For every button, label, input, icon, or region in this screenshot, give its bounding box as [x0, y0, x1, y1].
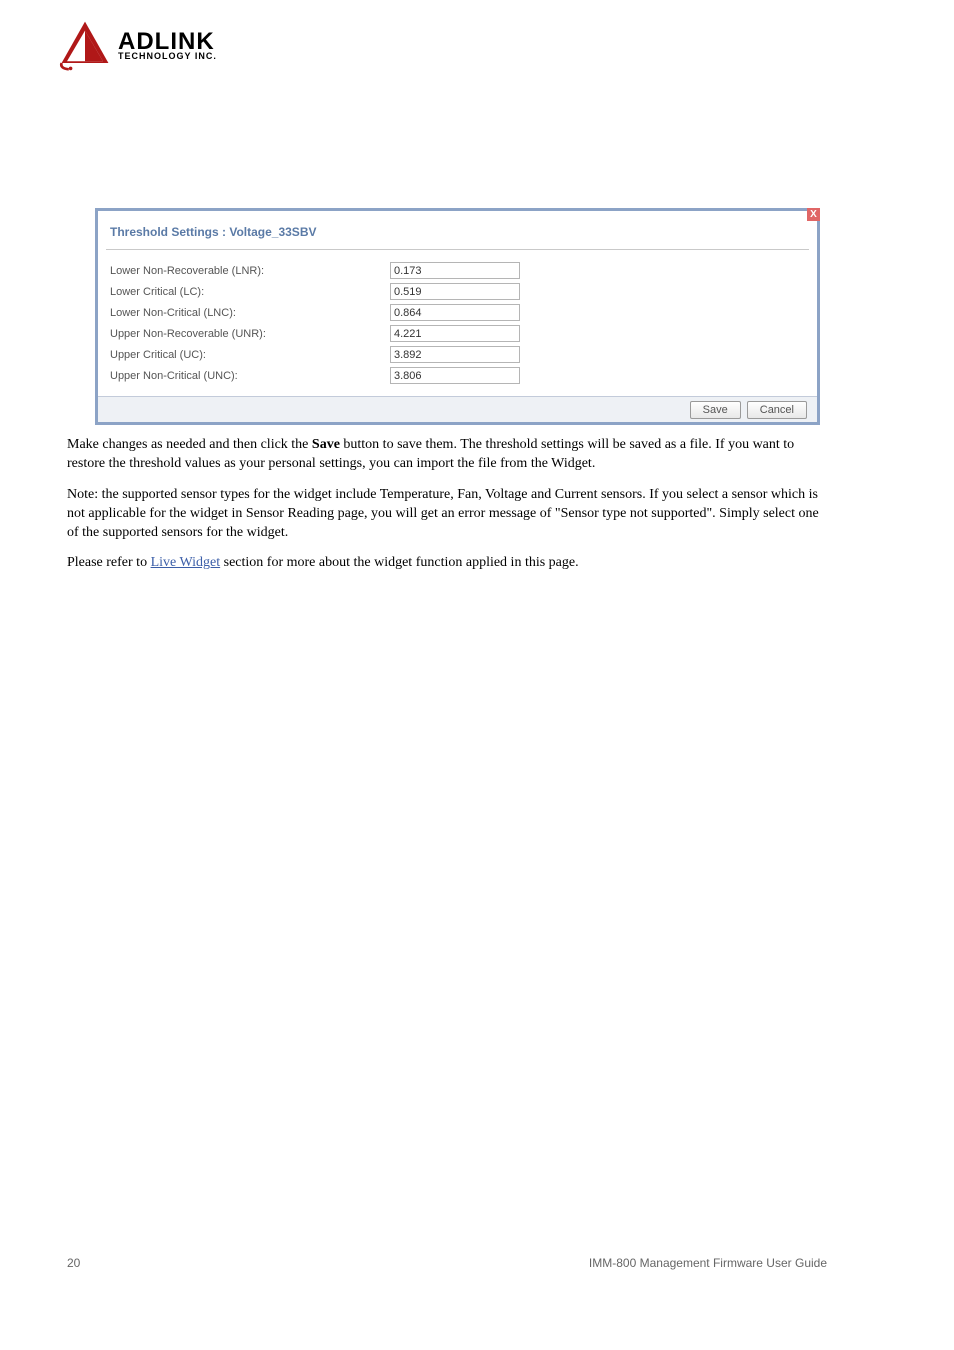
field-label: Lower Non-Recoverable (LNR):	[110, 265, 390, 277]
logo-sub: TECHNOLOGY INC.	[118, 52, 217, 61]
field-row-uc: Upper Critical (UC):	[110, 344, 805, 365]
lc-input[interactable]	[390, 283, 520, 300]
dialog-separator	[106, 249, 809, 250]
field-row-unr: Upper Non-Recoverable (UNR):	[110, 323, 805, 344]
logo-main: ADLINK	[118, 30, 217, 54]
lnc-input[interactable]	[390, 304, 520, 321]
unr-input[interactable]	[390, 325, 520, 342]
logo-mark-icon	[58, 18, 112, 72]
field-label: Upper Non-Recoverable (UNR):	[110, 328, 390, 340]
live-widget-link[interactable]: Live Widget	[151, 555, 221, 570]
page-footer: 20 IMM-800 Management Firmware User Guid…	[67, 1256, 827, 1270]
save-button[interactable]: Save	[690, 401, 741, 419]
page-number: 20	[67, 1256, 80, 1270]
paragraph-3: Please refer to Live Widget section for …	[67, 554, 827, 573]
field-label: Upper Non-Critical (UNC):	[110, 370, 390, 382]
text: section for more about the widget functi…	[220, 555, 578, 570]
field-label: Lower Non-Critical (LNC):	[110, 307, 390, 319]
threshold-fields: Lower Non-Recoverable (LNR): Lower Criti…	[98, 258, 817, 396]
document-body: Make changes as needed and then click th…	[67, 436, 827, 573]
dialog-footer: Save Cancel	[98, 396, 817, 422]
dialog-header: Threshold Settings : Voltage_33SBV X	[98, 211, 817, 249]
doc-title: IMM-800 Management Firmware User Guide	[589, 1256, 827, 1270]
field-label: Lower Critical (LC):	[110, 286, 390, 298]
field-row-unc: Upper Non-Critical (UNC):	[110, 365, 805, 386]
quoted-message: "Sensor type not supported"	[555, 506, 712, 521]
text: Please refer to	[67, 555, 151, 570]
paragraph-2: Note: the supported sensor types for the…	[67, 486, 827, 543]
field-label: Upper Critical (UC):	[110, 349, 390, 361]
cancel-button[interactable]: Cancel	[747, 401, 807, 419]
text: Make changes as needed and then click th…	[67, 437, 312, 452]
save-strong: Save	[312, 437, 340, 452]
field-row-lnr: Lower Non-Recoverable (LNR):	[110, 260, 805, 281]
lnr-input[interactable]	[390, 262, 520, 279]
adlink-logo: ADLINK TECHNOLOGY INC.	[58, 18, 217, 72]
paragraph-1: Make changes as needed and then click th…	[67, 436, 827, 474]
dialog-title: Threshold Settings : Voltage_33SBV	[110, 225, 316, 239]
uc-input[interactable]	[390, 346, 520, 363]
close-icon[interactable]: X	[807, 208, 820, 221]
logo-text: ADLINK TECHNOLOGY INC.	[118, 30, 217, 61]
field-row-lnc: Lower Non-Critical (LNC):	[110, 302, 805, 323]
unc-input[interactable]	[390, 367, 520, 384]
field-row-lc: Lower Critical (LC):	[110, 281, 805, 302]
threshold-settings-dialog: Threshold Settings : Voltage_33SBV X Low…	[95, 208, 820, 425]
